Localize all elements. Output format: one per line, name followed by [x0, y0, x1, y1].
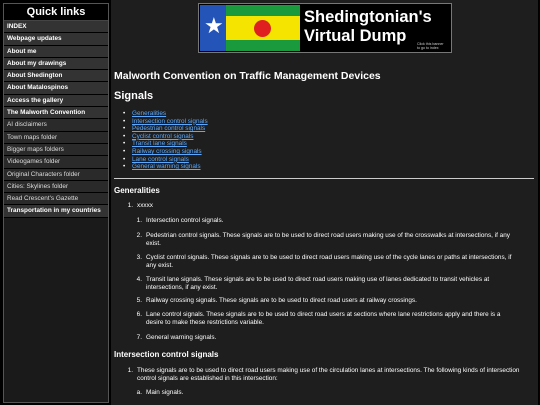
toc-link-cyclist[interactable]: Cyclist control signals	[132, 133, 193, 140]
list-number: 1.	[127, 202, 133, 209]
toc-item[interactable]: Transit lane signals	[123, 140, 208, 148]
site-title-line1: Shedingtonian's	[304, 8, 432, 26]
site-title: Shedingtonian's Virtual Dump	[304, 8, 450, 46]
page-title: Malworth Convention on Traffic Managemen…	[114, 70, 381, 82]
sidebar-item-webpage-updates[interactable]: Webpage updates	[4, 33, 108, 46]
sidebar-item-about-matalospinos[interactable]: About Matalospinos	[4, 82, 108, 95]
list-item-text: Intersection control signals.	[146, 217, 224, 224]
list-item-text: Railway crossing signals. These signals …	[146, 297, 417, 304]
list-number: 4.	[136, 276, 142, 283]
list-item-text: intersections, if any exist.	[146, 284, 218, 291]
list-item-text: Pedestrian control signals. These signal…	[146, 232, 510, 239]
banner-back-hint: Click this banner to go to index	[417, 42, 444, 50]
heading-intersection-control: Intersection control signals	[114, 350, 219, 359]
site-banner[interactable]: ★ Shedingtonian's Virtual Dump Click thi…	[198, 3, 452, 53]
list-item-text: desire to make these restrictions variab…	[146, 319, 264, 326]
toc-item[interactable]: Pedestrian control signals	[123, 125, 208, 133]
toc-link-transit-lane[interactable]: Transit lane signals	[132, 140, 187, 147]
sidebar-item-malworth-convention[interactable]: The Malworth Convention	[4, 107, 108, 120]
sidebar-item-transportation[interactable]: Transportation in my countries	[4, 205, 108, 218]
table-of-contents: Generalities Intersection control signal…	[123, 110, 208, 171]
toc-item[interactable]: Intersection control signals	[123, 118, 208, 126]
list-item-text: Cyclist control signals. These signals a…	[146, 254, 512, 261]
toc-link-intersection[interactable]: Intersection control signals	[132, 118, 208, 125]
flag-logo: ★	[200, 5, 300, 51]
sun-emblem	[254, 20, 271, 37]
quick-links-sidebar: Quick links INDEX Webpage updates About …	[3, 3, 109, 403]
toc-item[interactable]: Cyclist control signals	[123, 133, 208, 141]
sidebar-item-crescents-gazette[interactable]: Read Crescent's Gazette	[4, 193, 108, 206]
sidebar-item-about-me[interactable]: About me	[4, 45, 108, 58]
toc-link-lane-control[interactable]: Lane control signals	[132, 156, 189, 163]
toc-item[interactable]: Railway crossing signals	[123, 148, 208, 156]
list-item-text: control signals are established in this …	[137, 375, 278, 382]
list-number: 2.	[136, 232, 142, 239]
list-number: 1.	[127, 367, 133, 374]
toc-link-generalities[interactable]: Generalities	[132, 110, 166, 117]
list-item-text: General warning signals.	[146, 334, 217, 341]
sidebar-item-index[interactable]: INDEX	[4, 21, 108, 34]
sidebar-item-cities-skylines[interactable]: Cities: Skylines folder	[4, 180, 108, 194]
heading-generalities: Generalities	[114, 186, 160, 195]
list-item-text: xxxxx	[137, 202, 153, 209]
toc-item[interactable]: General warning signals	[123, 163, 208, 171]
main-content: ★ Shedingtonian's Virtual Dump Click thi…	[111, 0, 538, 405]
star-icon: ★	[204, 13, 224, 38]
list-item-text: any exist.	[146, 262, 173, 269]
list-item-text: Main signals.	[146, 389, 184, 396]
sidebar-item-ai-disclaimers[interactable]: AI disclaimers	[4, 119, 108, 132]
sidebar-item-about-drawings[interactable]: About my drawings	[4, 57, 108, 71]
list-letter: a.	[136, 389, 142, 396]
list-number: 6.	[136, 311, 142, 318]
list-number: 7.	[136, 334, 142, 341]
section-divider	[114, 178, 534, 179]
sidebar-item-town-maps[interactable]: Town maps folder	[4, 131, 108, 144]
section-heading-signals: Signals	[114, 90, 154, 102]
toc-link-pedestrian[interactable]: Pedestrian control signals	[132, 125, 205, 132]
list-item-text: exist.	[146, 240, 161, 247]
list-number: 5.	[136, 297, 142, 304]
sidebar-item-videogames[interactable]: Videogames folder	[4, 156, 108, 169]
sidebar-title: Quick links	[4, 4, 108, 21]
toc-item[interactable]: Generalities	[123, 110, 208, 118]
toc-item[interactable]: Lane control signals	[123, 156, 208, 164]
sidebar-item-original-characters[interactable]: Original Characters folder	[4, 168, 108, 181]
sidebar-item-bigger-maps[interactable]: Bigger maps folders	[4, 143, 108, 157]
list-number: 3.	[136, 254, 142, 261]
toc-link-railway[interactable]: Railway crossing signals	[132, 148, 202, 155]
toc-link-general-warning[interactable]: General warning signals	[132, 163, 201, 170]
sidebar-item-about-shedington[interactable]: About Shedington	[4, 70, 108, 83]
sidebar-item-gallery[interactable]: Access the gallery	[4, 94, 108, 108]
list-number: 1.	[136, 217, 142, 224]
